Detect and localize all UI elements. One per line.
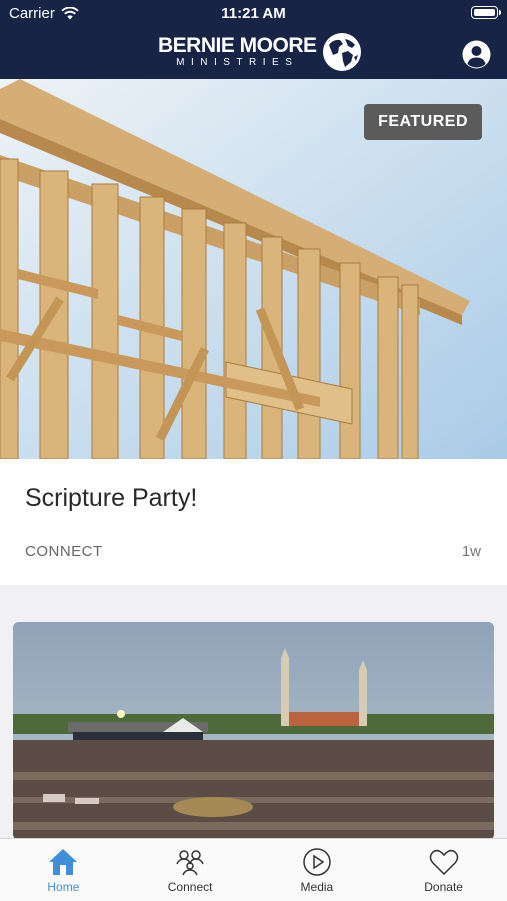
status-time: 11:21 AM [221,5,286,22]
people-icon [176,850,204,876]
profile-button[interactable] [462,40,491,69]
card-title[interactable]: Scripture Party! [25,484,197,513]
tab-media-label: Media [300,880,334,894]
play-icon [303,848,331,876]
tab-connect[interactable]: Connect [127,839,254,901]
tab-home-label: Home [47,880,80,894]
tab-bar: Home Connect Media Donate [0,838,507,901]
tab-media[interactable]: Media [254,839,381,901]
featured-card[interactable]: FEATURED Scripture Party! CONNECT 1w [0,79,507,585]
featured-image: FEATURED [0,79,507,459]
home-icon [49,849,78,875]
battery-icon [471,6,501,19]
heart-icon [429,849,458,876]
content-card[interactable] [13,622,494,840]
featured-badge: FEATURED [364,104,482,140]
tab-donate-label: Donate [424,880,463,894]
globe-icon [322,33,361,71]
tab-donate[interactable]: Donate [380,839,507,901]
app-logo: BERNIE MOORE MINISTRIES [158,30,363,74]
logo-subtitle: MINISTRIES [176,57,299,68]
tab-connect-label: Connect [167,880,213,894]
card-category: CONNECT [25,543,103,560]
tab-home[interactable]: Home [0,839,127,901]
card-timestamp: 1w [461,543,481,560]
card-image [13,622,494,840]
logo-title: BERNIE MOORE [158,34,317,57]
top-bar: Carrier 11:21 AM BERNIE MOORE MINISTRIES [0,0,507,79]
